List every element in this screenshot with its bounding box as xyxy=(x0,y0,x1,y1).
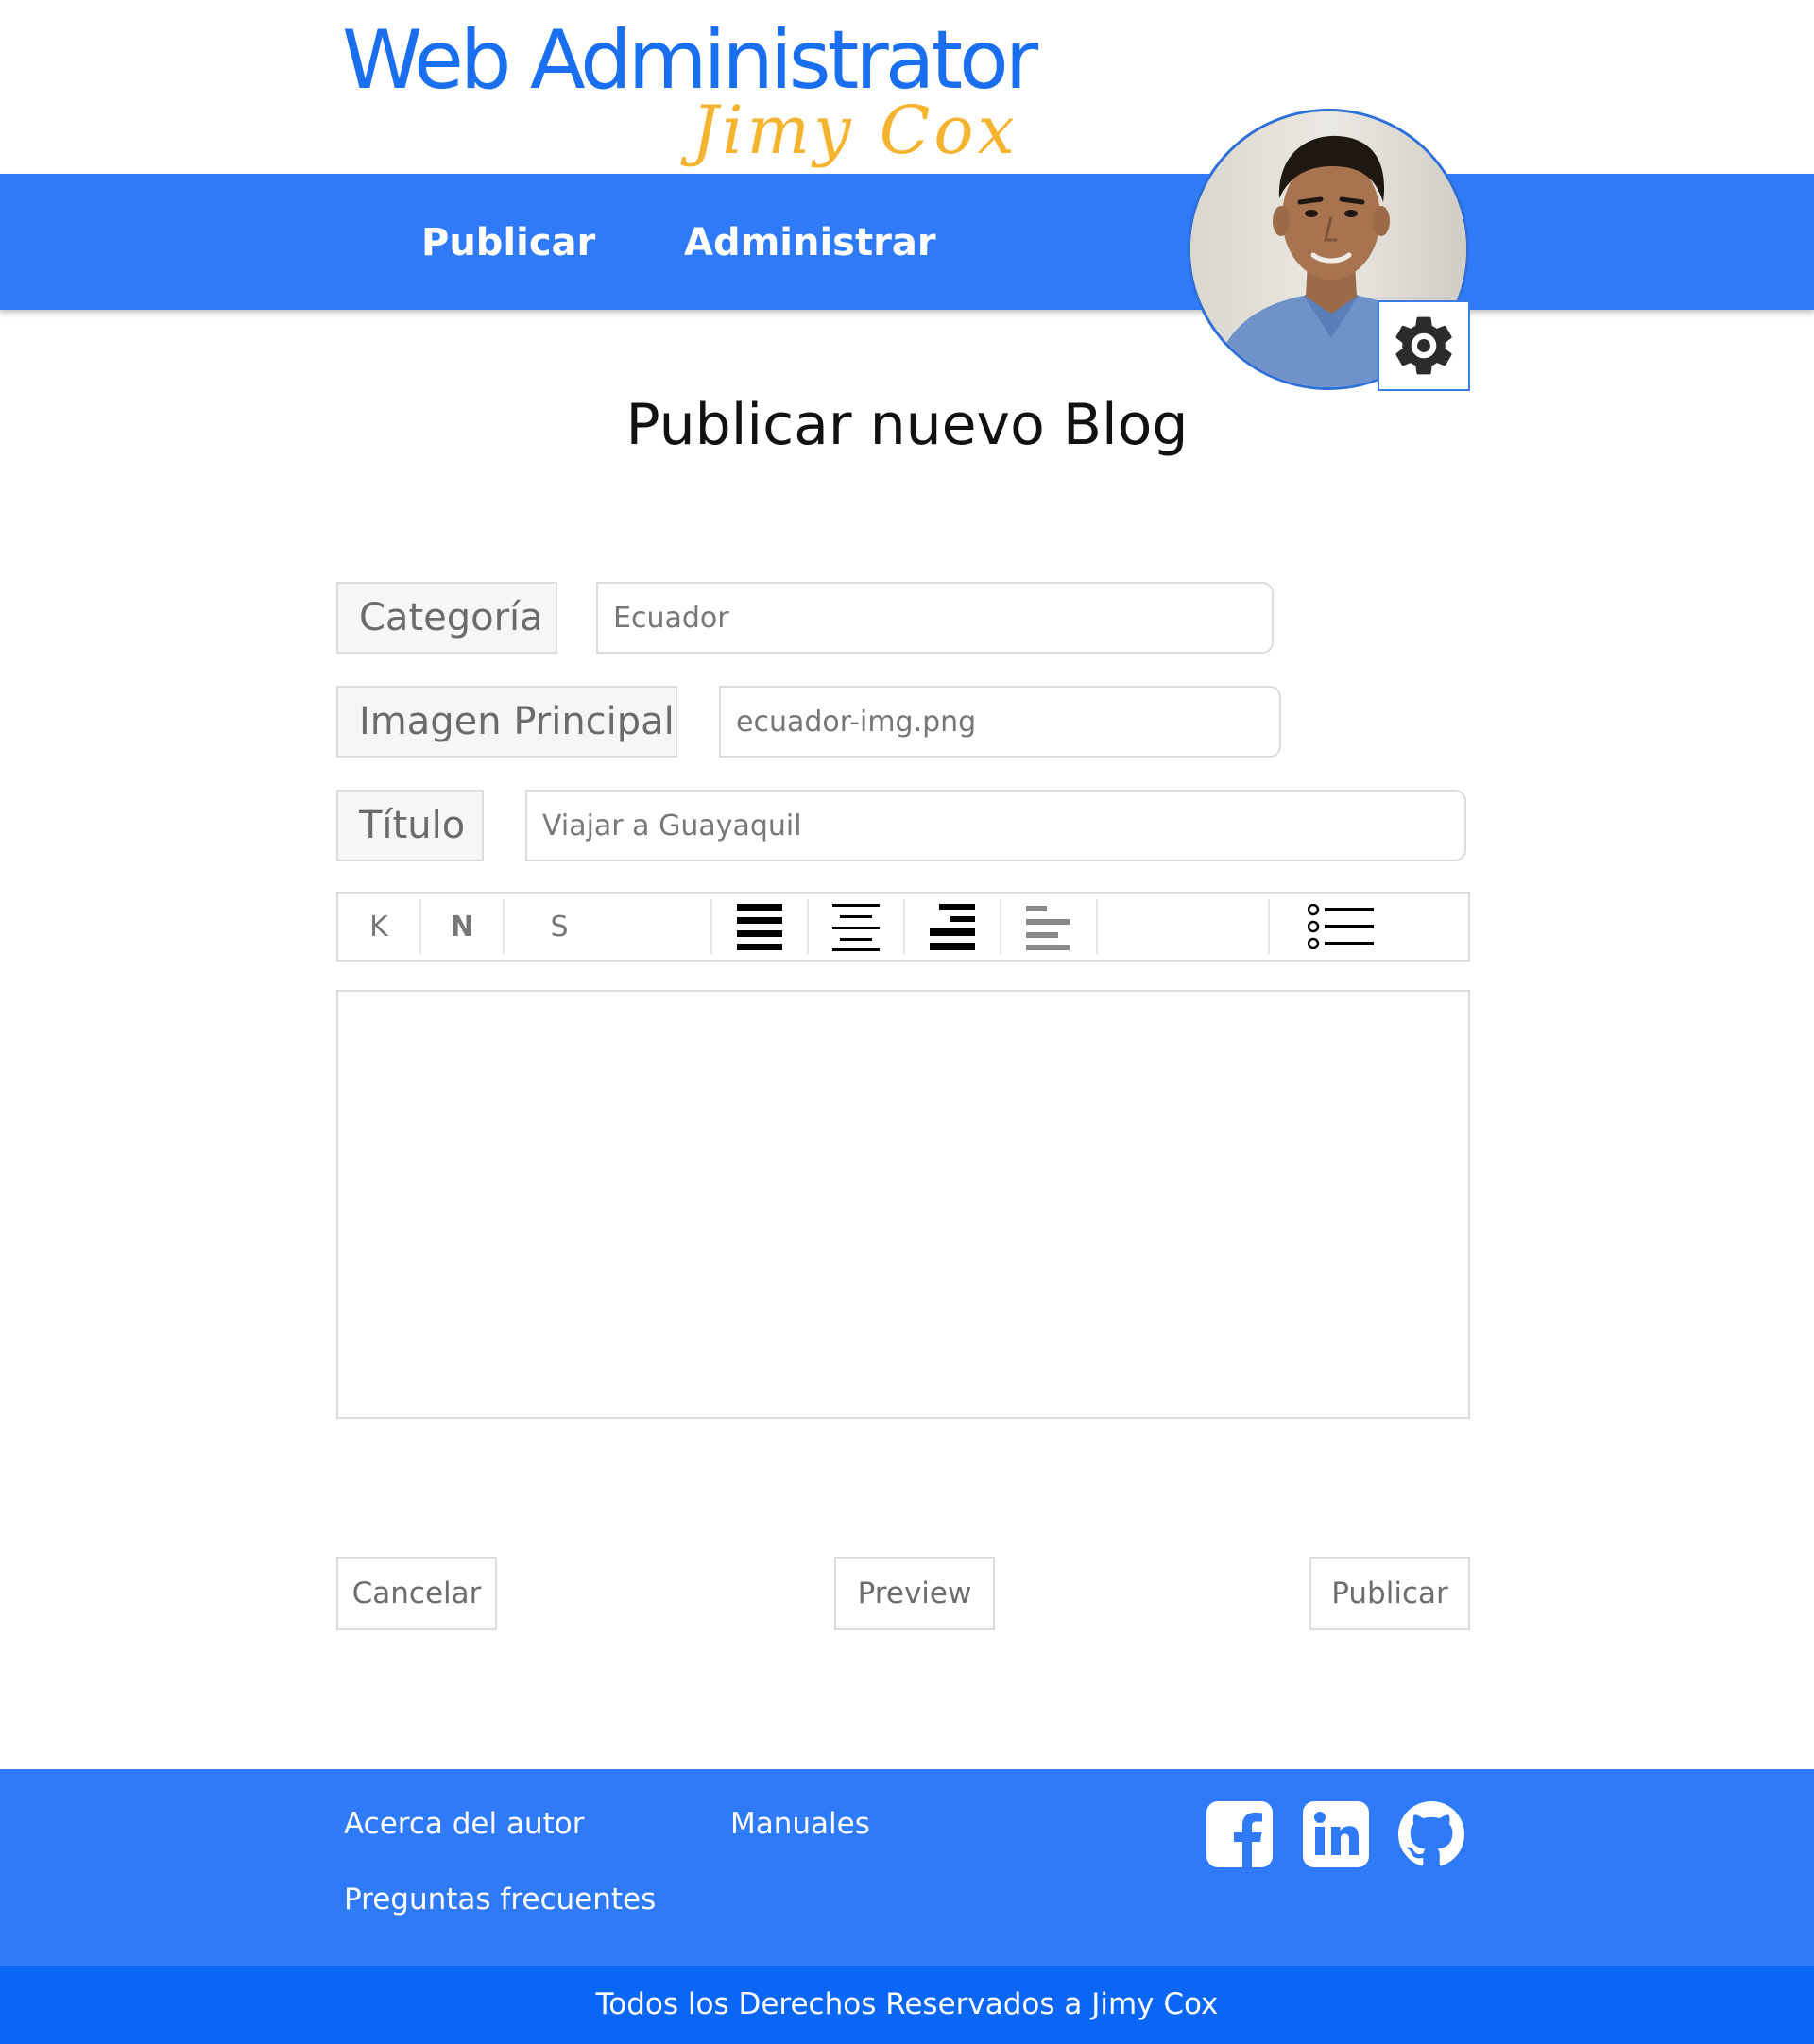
github-link[interactable] xyxy=(1398,1801,1464,1867)
align-justify-icon xyxy=(737,904,782,950)
nav-administrar[interactable]: Administrar xyxy=(684,219,936,266)
toolbar-divider xyxy=(1096,899,1098,954)
align-center-icon xyxy=(832,904,880,951)
preview-button[interactable]: Preview xyxy=(834,1557,995,1630)
logo: Web Administrator Jimy Cox xyxy=(342,13,1038,168)
underline-button[interactable]: S xyxy=(505,894,614,960)
align-left-button[interactable] xyxy=(1001,894,1096,960)
align-left-icon xyxy=(1026,906,1070,950)
image-input[interactable] xyxy=(719,686,1281,758)
logo-subtitle: Jimy Cox xyxy=(692,92,1018,169)
main-navbar: Publicar Administrar xyxy=(0,174,1814,310)
title-label: Título xyxy=(336,790,484,861)
footer-link-manuals[interactable]: Manuales xyxy=(730,1805,870,1843)
editor-toolbar: K N S xyxy=(336,892,1470,962)
bold-button[interactable]: N xyxy=(421,894,503,960)
content-editor[interactable] xyxy=(336,990,1470,1419)
copyright: Todos los Derechos Reservados a Jimy Cox xyxy=(0,1966,1814,2044)
linkedin-link[interactable] xyxy=(1303,1801,1369,1867)
gear-icon xyxy=(1395,316,1452,375)
align-right-icon xyxy=(930,904,975,950)
align-justify-button[interactable] xyxy=(712,894,807,960)
category-input[interactable] xyxy=(596,582,1274,654)
image-label: Imagen Principal xyxy=(336,686,677,758)
facebook-icon xyxy=(1206,1801,1273,1867)
list-button[interactable] xyxy=(1270,894,1412,960)
linkedin-icon xyxy=(1303,1801,1369,1867)
facebook-link[interactable] xyxy=(1206,1801,1273,1867)
footer: Acerca del autor Manuales Preguntas frec… xyxy=(0,1769,1814,1966)
footer-link-faq[interactable]: Preguntas frecuentes xyxy=(344,1881,656,1918)
nav-publicar[interactable]: Publicar xyxy=(421,219,595,266)
category-label: Categoría xyxy=(336,582,557,654)
publish-button[interactable]: Publicar xyxy=(1309,1557,1470,1630)
settings-button[interactable] xyxy=(1378,300,1470,391)
title-input[interactable] xyxy=(525,790,1466,861)
align-right-button[interactable] xyxy=(905,894,1000,960)
cancel-button[interactable]: Cancelar xyxy=(336,1557,497,1630)
list-icon xyxy=(1308,904,1374,949)
footer-link-about[interactable]: Acerca del autor xyxy=(344,1805,584,1843)
italic-button[interactable]: K xyxy=(338,894,419,960)
github-icon xyxy=(1398,1801,1464,1866)
page-title: Publicar nuevo Blog xyxy=(625,392,1189,458)
align-center-button[interactable] xyxy=(809,894,903,960)
